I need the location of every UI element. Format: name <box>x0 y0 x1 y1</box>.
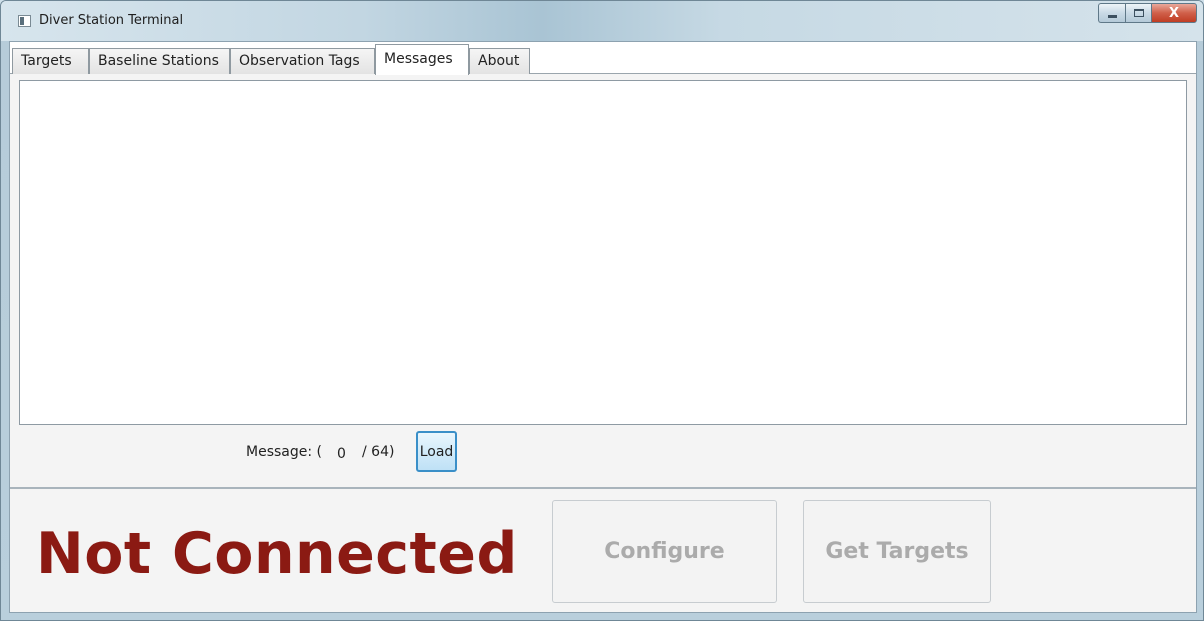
minimize-button[interactable] <box>1098 3 1125 23</box>
get-targets-button[interactable]: Get Targets <box>803 500 991 603</box>
app-window: Diver Station Terminal X Targets Baselin… <box>0 0 1204 621</box>
tab-baseline-stations[interactable]: Baseline Stations <box>89 48 230 74</box>
window-controls: X <box>1098 3 1197 23</box>
messages-panel: Message: ( 0 / 64) Load <box>10 74 1196 487</box>
app-window-icon <box>18 15 31 27</box>
minimize-icon <box>1107 14 1117 18</box>
tab-messages[interactable]: Messages <box>375 44 469 75</box>
configure-button[interactable]: Configure <box>552 500 777 603</box>
message-max: / 64) <box>362 444 395 460</box>
window-title: Diver Station Terminal <box>39 13 184 28</box>
maximize-button[interactable] <box>1125 3 1151 23</box>
tab-strip: Targets Baseline Stations Observation Ta… <box>10 42 1196 75</box>
tab-observation-tags[interactable]: Observation Tags <box>230 48 375 74</box>
message-text-area[interactable] <box>19 80 1187 425</box>
message-label: Message: ( <box>246 444 322 460</box>
message-count: 0 <box>337 446 346 462</box>
load-button[interactable]: Load <box>416 431 457 472</box>
close-button[interactable]: X <box>1151 3 1197 23</box>
tab-about[interactable]: About <box>469 48 530 74</box>
tab-targets[interactable]: Targets <box>12 48 89 74</box>
connection-status: Not Connected <box>36 521 518 587</box>
client-area: Targets Baseline Stations Observation Ta… <box>9 41 1197 613</box>
status-bar: Not Connected Configure Get Targets <box>10 487 1196 612</box>
close-icon: X <box>1168 5 1180 21</box>
maximize-icon <box>1133 9 1144 17</box>
title-bar[interactable]: Diver Station Terminal X <box>1 1 1203 41</box>
